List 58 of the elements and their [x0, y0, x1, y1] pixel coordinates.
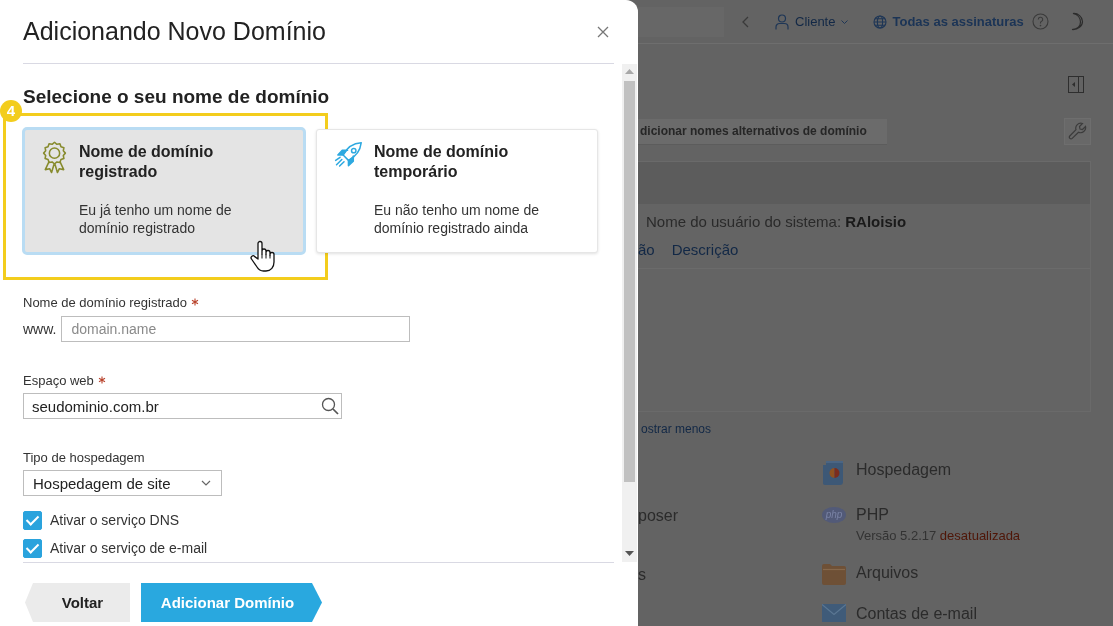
search-icon[interactable]: [321, 397, 339, 415]
field-label: Tipo de hospedagem: [23, 450, 145, 466]
show-less-link[interactable]: ostrar menos: [641, 423, 712, 436]
option-title: Nome de domínio temporário: [374, 142, 510, 182]
dropdown[interactable]: Hospedagem de site: [23, 470, 222, 496]
field-prefix: www.: [23, 321, 57, 337]
system-user-text: Nome do usuário do sistema: RAloisio: [645, 212, 908, 231]
user-menu-button[interactable]: Cliente: [775, 13, 849, 30]
scrollbar-thumb[interactable]: [624, 81, 635, 482]
section-title: Selecione o seu nome de domínio: [23, 85, 331, 109]
tab-link[interactable]: ão: [638, 241, 655, 259]
envelope-icon: [822, 604, 846, 622]
scrollbar[interactable]: [622, 64, 637, 562]
dialog-title: Adicionando Novo Domínio: [23, 15, 326, 46]
panel-toggle-icon[interactable]: [1068, 76, 1084, 93]
checkbox-label: Ativar o serviço DNS: [50, 512, 180, 529]
option-title: Nome de domínio registrado: [79, 142, 215, 182]
folder-icon: [822, 563, 846, 585]
status-text: desatualizada: [939, 528, 1021, 543]
scroll-down-icon[interactable]: [625, 551, 634, 556]
option-description: Eu não tenho um nome de domínio registrado ainda: [374, 201, 540, 237]
step-badge: 4: [0, 100, 22, 122]
back-button[interactable]: Voltar: [25, 583, 130, 622]
checkbox[interactable]: [23, 511, 42, 530]
globe-icon: [873, 14, 888, 29]
search-field[interactable]: [638, 6, 724, 37]
user-icon: [775, 13, 789, 30]
document-icon: [822, 460, 846, 486]
close-icon[interactable]: [597, 25, 609, 38]
rocket-icon: [333, 141, 363, 170]
alias-button[interactable]: dicionar nomes alternativos de domínio: [638, 118, 887, 145]
domain-option-card[interactable]: Nome de domínio temporário Eu não tenho um nome de domínio registrado ainda: [316, 129, 598, 253]
wrench-icon: [1067, 121, 1088, 142]
scroll-up-icon[interactable]: [625, 69, 634, 74]
input-field[interactable]: domain.name: [61, 316, 411, 342]
submit-button[interactable]: Adicionar Domínio: [141, 583, 322, 622]
caret-icon: [841, 19, 849, 24]
tool-link[interactable]: poser: [638, 506, 679, 525]
tool-link[interactable]: s: [638, 565, 646, 584]
checkbox[interactable]: [23, 539, 42, 558]
checkbox-label: Ativar o serviço de e-mail: [50, 540, 208, 557]
field-label: Nome de domínio registrado: [23, 295, 188, 311]
wrench-button[interactable]: [1064, 118, 1091, 145]
search-field[interactable]: seudominio.com.br: [23, 393, 342, 419]
tool-link[interactable]: Hospedagem: [856, 461, 952, 478]
field-label: Espaço web: [23, 373, 94, 389]
tab-link[interactable]: Descrição: [671, 241, 739, 259]
tool-link[interactable]: Arquivos: [856, 564, 919, 581]
hand-cursor-icon: [249, 239, 275, 273]
domain-option-card[interactable]: Nome de domínio registrado Eu já tenho um nome de domínio registrado: [22, 127, 306, 255]
help-icon[interactable]: [1032, 13, 1049, 30]
tool-link[interactable]: Contas de e-mail: [856, 605, 977, 622]
chevron-left-icon[interactable]: [742, 15, 749, 28]
tool-link[interactable]: PHP: [856, 506, 889, 523]
subscriptions-link[interactable]: Todas as assinaturas: [873, 14, 1024, 29]
award-icon: [41, 141, 68, 174]
option-description: Eu já tenho um nome de domínio registrado: [79, 201, 233, 237]
chevron-down-icon: [201, 480, 211, 486]
